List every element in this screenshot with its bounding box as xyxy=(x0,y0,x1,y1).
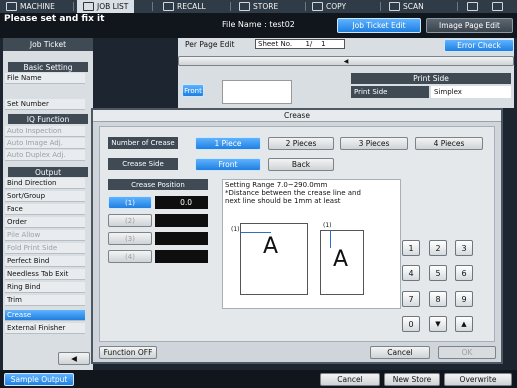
printer-status-icon[interactable] xyxy=(467,0,478,13)
set-number-row[interactable]: Set Number xyxy=(5,99,85,110)
decrement-key[interactable]: ▼ xyxy=(429,316,447,332)
crease-line-horizontal xyxy=(241,232,271,233)
page-thumbnail[interactable] xyxy=(222,80,292,104)
cancel-button[interactable]: Cancel xyxy=(320,373,380,386)
basic-setting-header: Basic Setting xyxy=(8,62,88,72)
position-2-button[interactable]: (2) xyxy=(108,214,152,227)
tab-job-list[interactable]: JOB LIST xyxy=(77,0,135,13)
page-scroll-bar[interactable]: ◀ xyxy=(178,56,514,66)
key-7[interactable]: 7 xyxy=(402,291,420,307)
key-0[interactable]: 0 xyxy=(402,316,420,332)
front-page-thumb[interactable]: Front xyxy=(182,84,204,97)
number-of-crease-label: Number of Crease xyxy=(108,137,178,149)
store-icon xyxy=(239,2,250,11)
key-3[interactable]: 3 xyxy=(455,240,473,256)
crease-line-vertical xyxy=(330,230,331,248)
bind-direction-row[interactable]: Bind Direction xyxy=(5,178,85,189)
sample-output-button[interactable]: Sample Output xyxy=(4,373,74,386)
fold-print-side-row[interactable]: Fold Print Side xyxy=(5,243,85,254)
sheet-no-field[interactable]: Sheet No. 1/ 1 xyxy=(255,39,345,49)
key-5[interactable]: 5 xyxy=(429,265,447,281)
setting-range-text: Setting Range 7.0~290.0mm *Distance betw… xyxy=(225,181,361,205)
crease-2-pieces-button[interactable]: 2 Pieces xyxy=(268,137,334,150)
crease-row[interactable]: Crease xyxy=(5,310,85,321)
crease-1-piece-button[interactable]: 1 Piece xyxy=(195,137,261,150)
order-row[interactable]: Order xyxy=(5,217,85,228)
diagram-marker-2: (1) xyxy=(323,222,332,229)
machine-icon xyxy=(6,2,17,11)
face-row[interactable]: Face xyxy=(5,204,85,215)
position-4-value[interactable] xyxy=(155,250,208,263)
top-tab-bar: MACHINE JOB LIST RECALL STORE COPY SCAN xyxy=(0,0,517,13)
tab-recall[interactable]: RECALL xyxy=(163,0,206,13)
output-header: Output xyxy=(8,167,88,177)
auto-inspection-row[interactable]: Auto Inspection xyxy=(5,126,85,137)
auto-duplex-adj-row[interactable]: Auto Duplex Adj. xyxy=(5,150,85,161)
overwrite-button[interactable]: Overwrite xyxy=(444,373,512,386)
print-side-label: Print Side xyxy=(351,86,429,98)
position-1-value[interactable]: 0.0 xyxy=(155,196,208,209)
key-6[interactable]: 6 xyxy=(455,265,473,281)
crease-side-front-button[interactable]: Front xyxy=(195,158,261,171)
key-1[interactable]: 1 xyxy=(402,240,420,256)
crease-side-back-button[interactable]: Back xyxy=(268,158,334,171)
dialog-cancel-button[interactable]: Cancel xyxy=(370,346,430,359)
ring-bind-row[interactable]: Ring Bind xyxy=(5,282,85,293)
image-page-edit-tab[interactable]: Image Page Edit xyxy=(426,18,513,33)
file-name-row[interactable]: File Name xyxy=(5,73,85,84)
external-finisher-row[interactable]: External Finisher xyxy=(5,323,85,334)
tab-machine[interactable]: MACHINE xyxy=(6,0,55,13)
job-ticket-title: Job Ticket xyxy=(3,38,93,51)
scroll-left-button[interactable]: ◀ xyxy=(58,352,90,365)
trim-row[interactable]: Trim xyxy=(5,295,85,306)
dialog-ok-button[interactable]: OK xyxy=(438,346,496,359)
crease-position-header: Crease Position xyxy=(108,179,208,190)
iq-function-header: IQ Function xyxy=(8,114,88,124)
crease-4-pieces-button[interactable]: 4 Pieces xyxy=(415,137,483,150)
position-3-button[interactable]: (3) xyxy=(108,232,152,245)
crease-3-pieces-button[interactable]: 3 Pieces xyxy=(340,137,408,150)
diagram-marker-1: (1) xyxy=(231,226,240,233)
key-9[interactable]: 9 xyxy=(455,291,473,307)
scan-icon xyxy=(389,2,400,11)
recall-icon xyxy=(163,2,174,11)
key-2[interactable]: 2 xyxy=(429,240,447,256)
function-off-button[interactable]: Function OFF xyxy=(99,346,157,359)
job-list-icon xyxy=(83,2,94,11)
key-8[interactable]: 8 xyxy=(429,291,447,307)
print-side-header: Print Side xyxy=(351,73,511,84)
job-ticket-edit-tab[interactable]: Job Ticket Edit xyxy=(337,18,421,33)
network-status-icon[interactable] xyxy=(492,0,503,13)
copy-icon xyxy=(312,2,323,11)
pile-allow-row[interactable]: Pile Allow xyxy=(5,230,85,241)
tab-scan[interactable]: SCAN xyxy=(389,0,424,13)
dialog-title: Crease xyxy=(93,110,501,122)
position-4-button[interactable]: (4) xyxy=(108,250,152,263)
crease-diagram-portrait: A xyxy=(320,230,364,295)
key-4[interactable]: 4 xyxy=(402,265,420,281)
tab-store[interactable]: STORE xyxy=(239,0,278,13)
tab-copy[interactable]: COPY xyxy=(312,0,346,13)
needless-tab-exit-row[interactable]: Needless Tab Exit xyxy=(5,269,85,280)
auto-image-adj-row[interactable]: Auto Image Adj. xyxy=(5,138,85,149)
instruction-text: Please set and fix it xyxy=(4,14,105,24)
print-side-value: Simplex xyxy=(431,86,511,98)
per-page-edit-label: Per Page Edit xyxy=(185,40,235,49)
crease-diagram-landscape: A xyxy=(240,223,308,295)
position-3-value[interactable] xyxy=(155,232,208,245)
error-check-button[interactable]: Error Check xyxy=(444,39,514,52)
sort-group-row[interactable]: Sort/Group xyxy=(5,191,85,202)
perfect-bind-row[interactable]: Perfect Bind xyxy=(5,256,85,267)
file-name-display: File Name : test02 xyxy=(222,20,295,29)
position-1-button[interactable]: (1) xyxy=(108,196,152,209)
position-2-value[interactable] xyxy=(155,214,208,227)
new-store-button[interactable]: New Store xyxy=(384,373,440,386)
increment-key[interactable]: ▲ xyxy=(455,316,473,332)
crease-side-label: Crease Side xyxy=(108,158,178,170)
